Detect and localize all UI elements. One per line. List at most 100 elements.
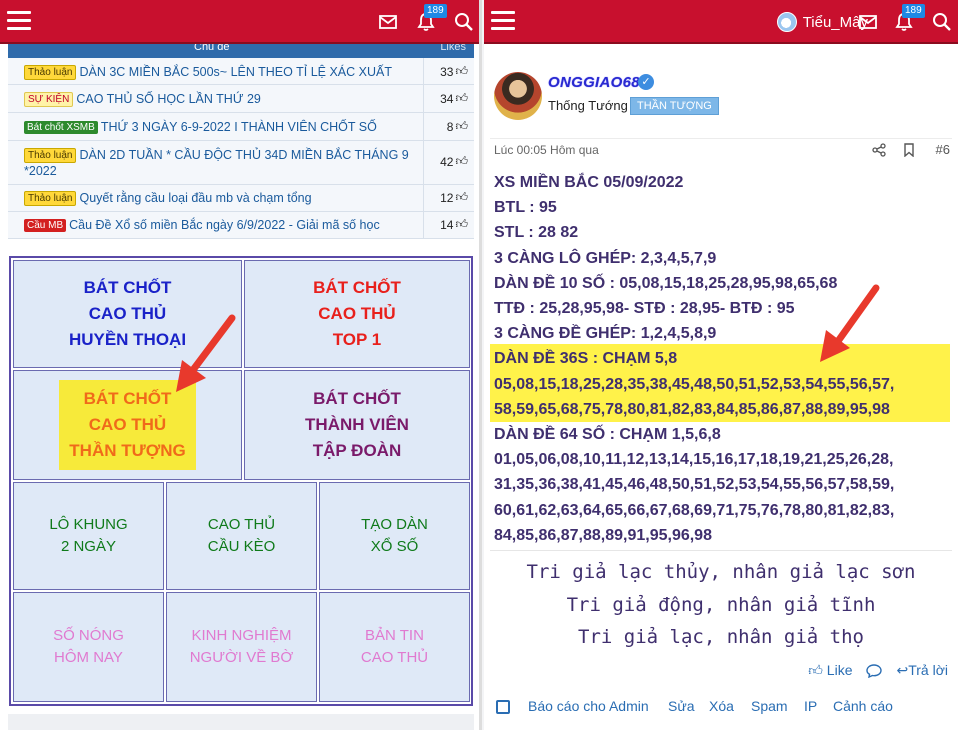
post-line: 01,05,06,08,10,11,12,13,14,15,16,17,18,1…	[494, 451, 894, 469]
user-menu[interactable]: Tiểu_Mây	[776, 12, 868, 32]
thread-title[interactable]: DÀN 2D TUẦN * CẦU ĐỘC THỦ 34D MIỀN BẮC T…	[24, 148, 409, 178]
next-section	[8, 714, 474, 730]
thread-list: Chủ đề Likes Thảo luận DÀN 3C MIỀN BẮC 50…	[8, 44, 474, 239]
signature-line: Tri giả lạc, nhân giả thọ	[578, 626, 864, 648]
delete-link[interactable]: Xóa	[709, 698, 734, 714]
reply-button[interactable]: ↩Trả lời	[896, 662, 948, 679]
thread-title[interactable]: DÀN 3C MIỀN BẮC 500s~ LÊN THEO TỈ LỆ XÁC…	[79, 65, 391, 79]
thread-tag[interactable]: Cầu MB	[24, 219, 67, 232]
post-meta: Lúc 00:05 Hôm qua #6	[490, 138, 952, 160]
post-line: 60,61,62,63,64,65,66,67,68,69,71,75,76,7…	[494, 501, 895, 519]
thread-list-header: Chủ đề Likes	[8, 44, 474, 58]
post-line: DÀN ĐỀ 64 SỐ : CHẠM 1,5,6,8	[494, 426, 721, 444]
thumbs-up-icon: 👍︎	[455, 154, 468, 168]
mail-icon[interactable]	[378, 12, 398, 32]
cell-label: KINH NGHIỆM NGƯỜI VỀ BỜ	[189, 627, 294, 666]
cell-so-nong[interactable]: SỐ NÓNG HÔM NAY	[13, 592, 164, 702]
cell-bat-chot-huyen-thoai[interactable]: BÁT CHỐT CAO THỦ HUYỀN THOẠI	[13, 260, 242, 368]
post-line: BTL : 95	[494, 199, 557, 217]
post-line: DÀN ĐỀ 10 SỐ : 05,08,15,18,25,28,95,98,6…	[494, 274, 838, 292]
verified-icon: ✓	[638, 74, 654, 90]
mail-icon[interactable]	[858, 12, 878, 32]
post-line: XS MIỀN BẮC 05/09/2022	[494, 174, 684, 191]
search-icon[interactable]	[454, 12, 474, 32]
rank-badge: THẦN TƯỢNG	[630, 97, 719, 115]
post-time[interactable]: Lúc 00:05 Hôm qua	[494, 143, 599, 157]
post-line: 3 CÀNG LÔ GHÉP: 2,3,4,5,7,9	[494, 249, 717, 267]
comment-icon[interactable]	[866, 663, 883, 678]
cell-bat-chot-tap-doan[interactable]: BÁT CHỐT THÀNH VIÊN TẬP ĐOÀN	[244, 370, 470, 480]
table-row[interactable]: Thảo luận DÀN 2D TUẦN * CẦU ĐỘC THỦ 34D M…	[8, 141, 474, 185]
ip-link[interactable]: IP	[804, 698, 817, 714]
thread-tag[interactable]: SỰ KIỆN	[24, 92, 74, 107]
notification-badge: 189	[424, 4, 447, 18]
table-row[interactable]: Thảo luận Quyết rằng cầu loại đầu mb và c…	[8, 185, 474, 212]
thread-tag[interactable]: Thảo luận	[24, 148, 77, 163]
author-rank: Thống Tướng	[548, 98, 628, 113]
thumbs-up-icon: 👍︎	[455, 64, 468, 78]
menu-icon[interactable]	[491, 11, 515, 31]
edit-link[interactable]: Sửa	[668, 698, 695, 714]
table-row[interactable]: Bát chốt XSMB THỨ 3 NGÀY 6-9-2022 I THÀNH…	[8, 113, 474, 141]
post-line: DÀN ĐỀ 36S : CHẠM 5,8	[494, 350, 678, 368]
thumbs-up-icon: 👍︎	[808, 662, 823, 678]
column-likes: Likes	[440, 44, 466, 53]
column-topic: Chủ đề	[194, 44, 230, 53]
warn-link[interactable]: Cảnh cáo	[833, 698, 893, 714]
cell-ban-tin[interactable]: BẢN TIN CAO THỦ	[319, 592, 470, 702]
thread-tag[interactable]: Thảo luận	[24, 191, 77, 206]
thread-title[interactable]: THỨ 3 NGÀY 6-9-2022 I THÀNH VIÊN CHỐT SỐ	[101, 120, 377, 134]
bookmark-icon[interactable]	[902, 143, 916, 157]
cell-label: SỐ NÓNG HÔM NAY	[53, 627, 124, 666]
like-label: Like	[826, 662, 853, 678]
author-name[interactable]: ONGGIAO68	[548, 74, 640, 91]
left-pane: 189 Chủ đề Likes Thảo luận DÀN 3C MIỀN BẮ…	[0, 0, 482, 730]
cell-lo-khung[interactable]: LÔ KHUNG 2 NGÀY	[13, 482, 164, 590]
signature-line: Tri giả động, nhân giả tĩnh	[566, 593, 876, 616]
post-line: STL : 28 82	[494, 224, 579, 242]
thread-title[interactable]: CAO THỦ SỐ HỌC LẦN THỨ 29	[76, 92, 261, 106]
like-count: 34	[440, 91, 454, 106]
category-grid: BÁT CHỐT CAO THỦ HUYỀN THOẠI BÁT CHỐT CA…	[9, 256, 473, 706]
cell-cao-thu-cau-keo[interactable]: CAO THỦ CẦU KÈO	[166, 482, 317, 590]
like-count: 12	[440, 190, 454, 205]
right-pane: Tiểu_Mây 189 ONGGIAO68 ✓ Thống Tướng THẦ…	[484, 0, 958, 730]
search-icon[interactable]	[932, 12, 952, 32]
thread-title[interactable]: Quyết rằng cầu loại đầu mb và chạm tổng	[79, 191, 311, 205]
share-icon[interactable]	[872, 143, 886, 157]
cell-kinh-nghiem[interactable]: KINH NGHIỆM NGƯỜI VỀ BỜ	[166, 592, 317, 702]
thumbs-up-icon: 👍︎	[455, 91, 468, 105]
post-line: 3 CÀNG ĐỀ GHÉP: 1,2,4,5,8,9	[494, 325, 717, 343]
cell-label: BẢN TIN CAO THỦ	[360, 627, 429, 666]
cell-label: BÁT CHỐT CAO THỦ THẦN TƯỢNG	[59, 380, 196, 470]
post-line: 05,08,15,18,25,28,35,38,45,48,50,51,52,5…	[494, 375, 895, 393]
spam-link[interactable]: Spam	[751, 698, 788, 714]
top-bar: Tiểu_Mây 189	[484, 0, 958, 44]
thread-title[interactable]: Cầu Đề Xổ số miền Bắc ngày 6/9/2022 - Gi…	[69, 218, 380, 232]
cell-tao-dan[interactable]: TẠO DÀN XỔ SỐ	[319, 482, 470, 590]
thumbs-up-icon: 👍︎	[455, 217, 468, 231]
signature-line: Tri giả lạc thủy, nhân giả lạc sơn	[526, 561, 916, 583]
cell-bat-chot-top-1[interactable]: BÁT CHỐT CAO THỦ TOP 1	[244, 260, 470, 368]
like-count: 14	[440, 217, 454, 232]
table-row[interactable]: Thảo luận DÀN 3C MIỀN BẮC 500s~ LÊN THEO …	[8, 58, 474, 85]
menu-icon[interactable]	[7, 11, 31, 31]
signature-divider	[490, 550, 952, 551]
post-line: 84,85,86,87,88,89,91,95,96,98	[494, 526, 712, 544]
post-actions: 👍︎ Like ↩Trả lời	[808, 662, 948, 679]
report-link[interactable]: Báo cáo cho Admin	[528, 698, 649, 714]
table-row[interactable]: Cầu MB Cầu Đề Xổ số miền Bắc ngày 6/9/202…	[8, 212, 474, 239]
thumbs-up-icon: 👍︎	[455, 119, 468, 133]
table-row[interactable]: SỰ KIỆN CAO THỦ SỐ HỌC LẦN THỨ 29 34 👍︎	[8, 85, 474, 113]
post-number[interactable]: #6	[936, 142, 950, 157]
thread-tag[interactable]: Thảo luận	[24, 65, 77, 80]
cell-label: BÁT CHỐT CAO THỦ HUYỀN THOẠI	[68, 278, 187, 349]
like-count: 33	[440, 64, 454, 79]
like-button[interactable]: 👍︎ Like	[808, 662, 852, 679]
select-checkbox[interactable]	[496, 700, 510, 714]
cell-bat-chot-than-tuong[interactable]: BÁT CHỐT CAO THỦ THẦN TƯỢNG	[13, 370, 242, 480]
author-avatar[interactable]	[494, 72, 542, 120]
post-line: TTĐ : 25,28,95,98- STĐ : 28,95- BTĐ : 95	[494, 300, 795, 318]
thread-tag[interactable]: Bát chốt XSMB	[24, 121, 98, 134]
notification-badge: 189	[902, 4, 925, 18]
